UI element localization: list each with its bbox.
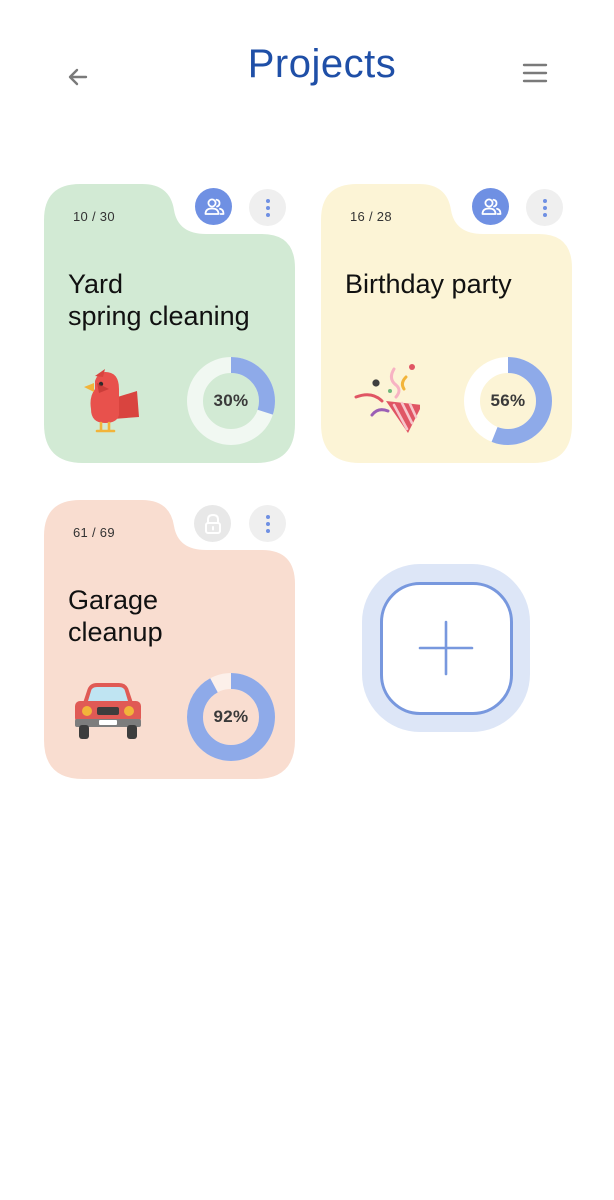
bird-icon	[84, 369, 139, 433]
more-vertical-icon	[542, 198, 547, 217]
project-title: Birthday party	[345, 269, 512, 299]
hamburger-menu-icon	[522, 63, 548, 83]
plus-icon	[418, 620, 474, 676]
menu-button[interactable]	[515, 53, 555, 93]
more-options-button[interactable]	[249, 189, 286, 226]
shared-members-button[interactable]	[472, 188, 509, 225]
car-icon	[75, 683, 141, 739]
people-icon	[204, 198, 224, 215]
more-options-button[interactable]	[526, 189, 563, 226]
project-card-garage[interactable]: 61 / 69 Garage cleanup 92%	[44, 500, 295, 779]
add-project-button[interactable]	[362, 564, 530, 732]
party-popper-icon	[354, 364, 420, 433]
add-project-tile	[379, 581, 513, 715]
task-count: 16 / 28	[350, 209, 392, 224]
progress-percent: 56%	[490, 391, 526, 410]
shared-members-button[interactable]	[195, 188, 232, 225]
progress-percent: 92%	[213, 707, 249, 726]
project-card-yard[interactable]: 10 / 30 Yard spring cleaning 30%	[44, 184, 295, 463]
lock-icon	[204, 513, 221, 534]
progress-percent: 30%	[213, 391, 249, 410]
more-options-button[interactable]	[249, 505, 286, 542]
project-title: Garage cleanup	[68, 585, 163, 647]
private-lock-button[interactable]	[194, 505, 231, 542]
people-icon	[481, 198, 501, 215]
task-count: 61 / 69	[73, 525, 115, 540]
more-vertical-icon	[265, 514, 270, 533]
project-card-birthday[interactable]: 16 / 28 Birthday party 56%	[321, 184, 572, 463]
project-title: Yard spring cleaning	[68, 269, 250, 331]
task-count: 10 / 30	[73, 209, 115, 224]
more-vertical-icon	[265, 198, 270, 217]
